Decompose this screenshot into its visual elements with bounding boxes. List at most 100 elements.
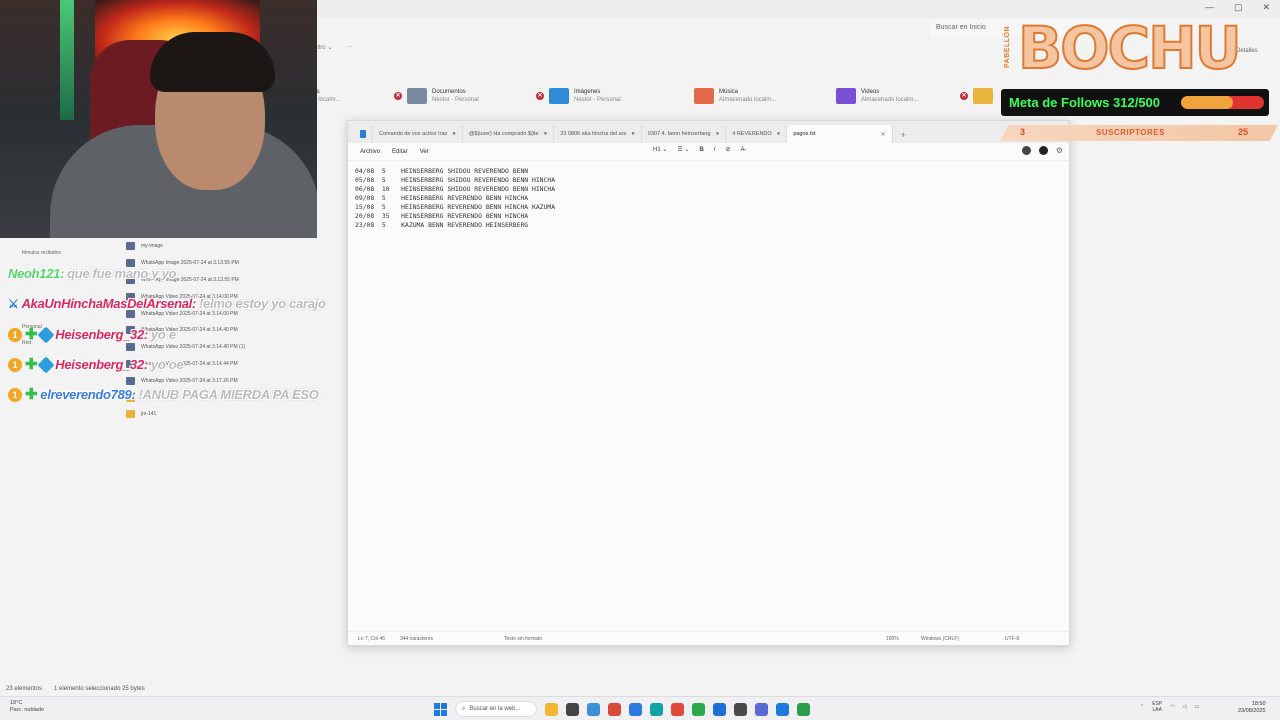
text-line: 20/08 35 HEINSERBERG REVERENDO BENN HINC… (355, 212, 529, 220)
copilot-icon[interactable] (1021, 146, 1031, 155)
char-count: 344 caracteres (400, 636, 434, 642)
sub-badge-icon: 1 (8, 327, 22, 342)
subs-target: 25 (1238, 127, 1249, 137)
quick-access-folder[interactable]: ✕ (960, 88, 993, 104)
follow-goal-widget: Meta de Follows 312/500 (1001, 89, 1269, 116)
chat-username: elreverendo789: (40, 387, 136, 402)
notepad-editor[interactable]: 04/08 5 HEINSERBERG SHIDOU REVERENDO BEN… (355, 167, 555, 230)
taskbar-app-icon[interactable] (734, 702, 747, 716)
taskbar-clock[interactable]: 18:50 23/08/2025 (1238, 701, 1266, 715)
heading-dropdown[interactable]: H1 ⌄ (653, 146, 667, 153)
account-icon[interactable] (1038, 146, 1048, 155)
keyboard-layout: LAA (1152, 707, 1162, 713)
weather-widget[interactable]: 18°C Parc. nublado (10, 700, 44, 714)
logo-vertical-text: PABELLÓN (1004, 26, 1011, 68)
plus-badge-icon: ✚ (25, 355, 38, 373)
quick-access-sub: Almacenado localm... (861, 97, 919, 103)
weather-temp: 18°C (10, 700, 23, 706)
plus-badge-icon: ✚ (25, 325, 38, 343)
chat-text: yo oe (150, 357, 184, 372)
taskbar-app-icon[interactable] (797, 702, 810, 716)
wifi-icon[interactable]: ◠ (1170, 704, 1174, 710)
menu-archivo[interactable]: Archivo (354, 149, 386, 155)
taskbar-app-icon[interactable] (671, 702, 684, 716)
zoom-level[interactable]: 100% (886, 636, 899, 642)
taskbar-app-icon[interactable] (608, 702, 621, 716)
file-name: jrs-141 (141, 411, 157, 418)
filter-button[interactable]: iltro ⌄ (316, 44, 332, 51)
chat-username: Heisenberg_32: (55, 357, 148, 372)
clock-time: 18:50 (1251, 701, 1266, 707)
text-line: 09/08 5 HEINSERBERG REVERENDO BENN HINCH… (355, 194, 529, 202)
taskbar-app-icon[interactable] (713, 702, 726, 716)
item-count: 23 elementos (6, 686, 43, 692)
subs-current: 3 (1020, 127, 1026, 137)
taskbar-app-icon[interactable] (545, 702, 558, 716)
chevron-up-icon[interactable]: ⌃ (1140, 704, 1144, 710)
menu-editar[interactable]: Editar (386, 149, 414, 155)
gear-icon[interactable]: ⚙ (1056, 146, 1063, 155)
logo-text: BOCHU (1017, 13, 1243, 83)
notepad-tab[interactable]: 23 0806 aka hincha del ars ● (554, 125, 642, 143)
notepad-tab[interactable]: 0307 4. benn heinserberg ● (642, 125, 727, 143)
quick-access-music[interactable]: Música Almacenado localm... (694, 88, 776, 104)
taskbar-app-icon[interactable] (566, 702, 579, 716)
webcam-streamer-hair (150, 32, 275, 92)
minimize-button[interactable]: — (1205, 2, 1214, 13)
subs-goal-widget: 3 SUSCRIPTORES 25 (1000, 125, 1278, 141)
pin-icon: ✕ (960, 92, 968, 100)
taskbar-app-icon[interactable] (587, 702, 600, 716)
battery-icon[interactable]: ▭ (1194, 704, 1199, 710)
list-dropdown[interactable]: ☰ ⌄ (677, 146, 689, 153)
clear-format-icon[interactable]: A̶ (741, 147, 745, 153)
close-button[interactable]: ✕ (1262, 2, 1270, 13)
taskbar-app-icon[interactable] (629, 702, 642, 716)
start-button[interactable] (434, 702, 447, 716)
taskbar-app-icon[interactable] (692, 702, 705, 716)
taskbar-search[interactable]: ⌕ Buscar en la web... (455, 701, 537, 717)
notepad-app-icon (360, 130, 366, 138)
more-options-button[interactable]: ··· (346, 44, 352, 51)
text-line: 05/08 5 HEINSERBERG SHIDOU REVERENDO BEN… (355, 176, 556, 184)
language-indicator[interactable]: ESP LAA (1152, 701, 1162, 713)
tab-unsaved-dot-icon: ● (452, 131, 456, 137)
notepad-tab[interactable]: Comando de voz activo !ras ● (373, 125, 463, 143)
line-ending[interactable]: Windows (CRLF) (921, 636, 959, 642)
clock-date: 23/08/2025 (1238, 708, 1266, 714)
menu-ver[interactable]: Ver (414, 149, 435, 155)
bold-button[interactable]: B (699, 147, 703, 153)
close-tab-icon[interactable]: ✕ (881, 131, 886, 138)
follow-goal-label: Meta de Follows 312/500 (1009, 95, 1161, 110)
link-icon[interactable]: ⊘ (725, 146, 730, 153)
notepad-tab[interactable] (354, 125, 373, 143)
video-file-icon (126, 343, 135, 352)
quick-access-videos[interactable]: Videos Almacenado localm... (836, 88, 918, 104)
nav-item[interactable]: fémulos recibidos (6, 250, 66, 264)
taskbar-app-icon[interactable] (755, 702, 768, 716)
quick-access-documents[interactable]: ✕ Documentos Nestor - Personal (394, 88, 479, 104)
file-row[interactable]: jrs-141 (126, 406, 296, 423)
italic-button[interactable]: I (714, 147, 716, 153)
notepad-tab[interactable]: @${user} Ha comprado ${ite ● (463, 125, 555, 143)
folder-icon (126, 410, 135, 419)
chat-text: !elmo estoy yo carajo (199, 296, 326, 311)
follow-progress-fill (1181, 96, 1233, 109)
tab-label: Comando de voz activo !ras (379, 131, 448, 137)
notepad-tab[interactable]: 4 REVERENDO ● (726, 125, 788, 143)
videos-icon (836, 88, 856, 104)
chat-username: AkaUnHinchaMasDelArsenal: (21, 296, 197, 311)
window-controls: — ▢ ✕ (1205, 2, 1270, 13)
text-format[interactable]: Texto sin formato (504, 636, 542, 642)
video-file-icon (126, 376, 135, 385)
taskbar-app-icon[interactable] (650, 702, 663, 716)
tab-label: 0307 4. benn heinserberg (647, 131, 711, 137)
notepad-tab-active[interactable]: pagos.txt ✕ (787, 125, 893, 143)
file-row[interactable]: my-image (126, 238, 296, 255)
quick-access-images[interactable]: ✕ Imágenes Nestor - Personal (536, 88, 621, 104)
volume-icon[interactable]: ◁ (1183, 704, 1187, 710)
notepad-tab-strip: Comando de voz activo !ras ● @${user} Ha … (348, 121, 1069, 143)
taskbar-app-icon[interactable] (776, 702, 789, 716)
new-tab-button[interactable]: + (893, 130, 914, 143)
maximize-button[interactable]: ▢ (1234, 2, 1243, 13)
encoding[interactable]: UTF-8 (1005, 636, 1019, 642)
